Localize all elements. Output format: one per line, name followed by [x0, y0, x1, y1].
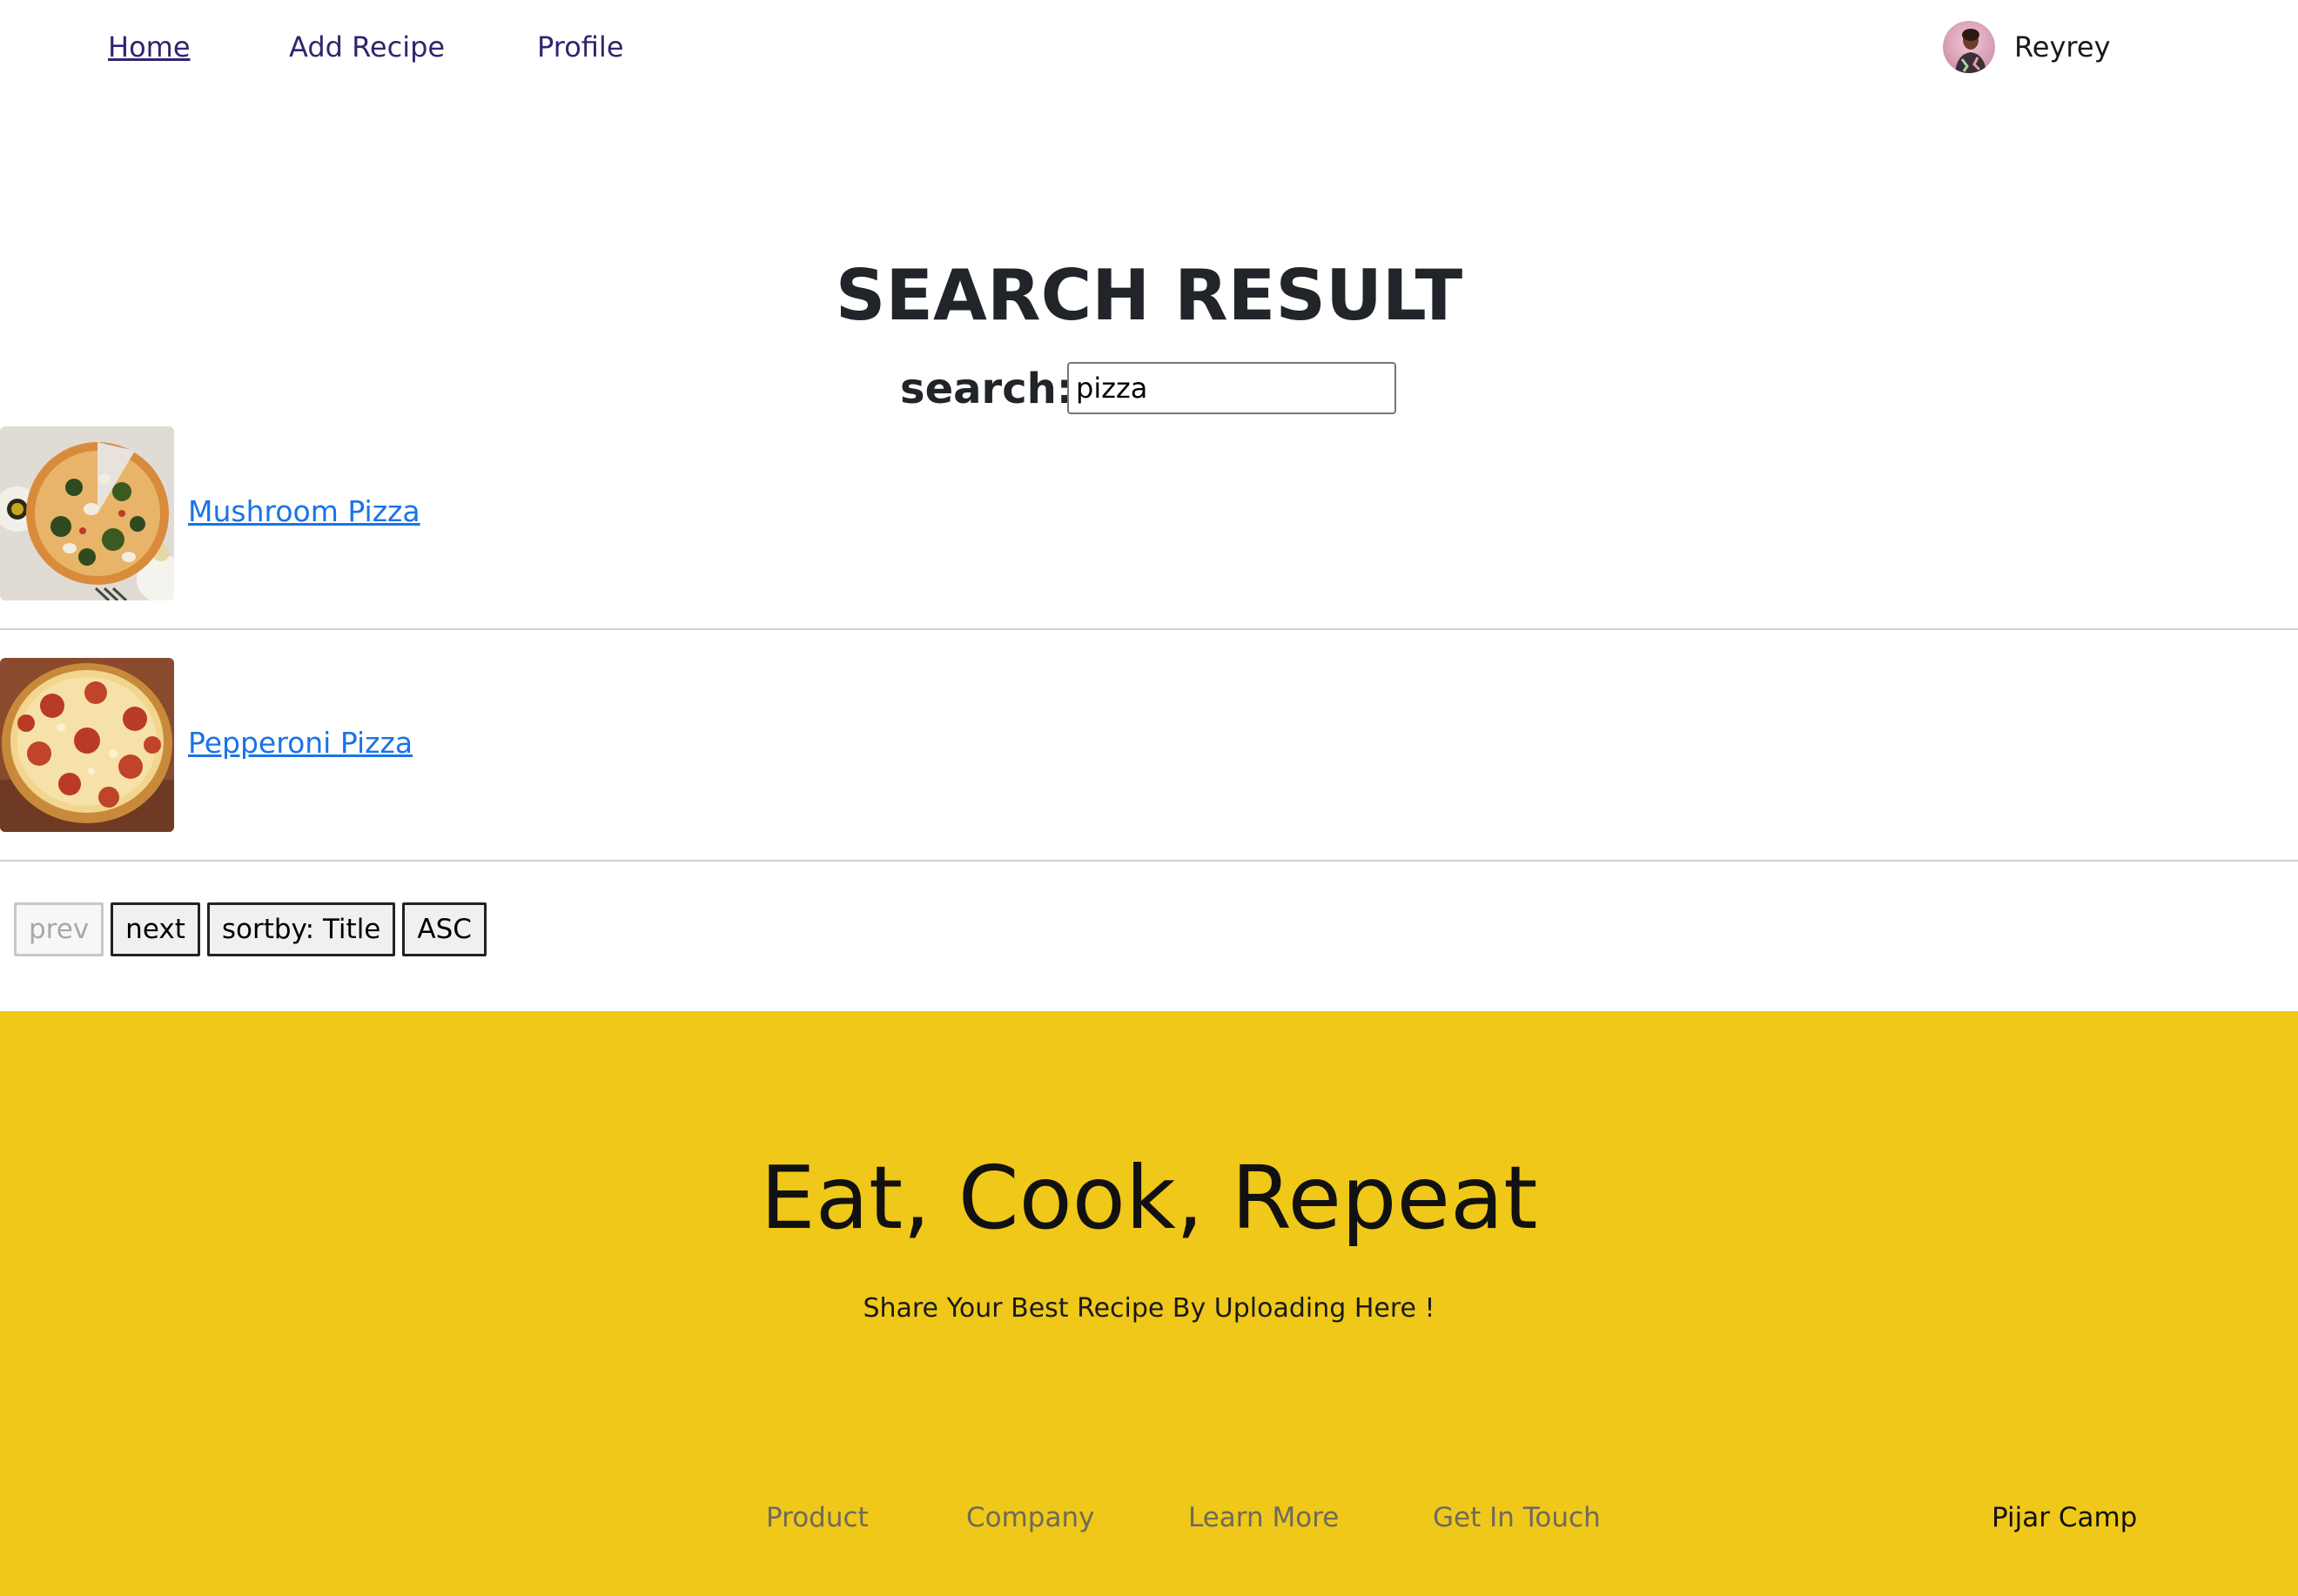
- nav-profile-link[interactable]: Profile: [537, 28, 624, 66]
- footer-brand: Pijar Camp: [1992, 1502, 2138, 1533]
- page-title: SEARCH RESULT: [835, 255, 1463, 336]
- search-input[interactable]: [1067, 362, 1396, 414]
- mushroom-pizza-photo: [0, 426, 174, 600]
- nav-home-link[interactable]: Home: [108, 28, 191, 66]
- sort-by-button[interactable]: sortby: Title: [206, 902, 396, 956]
- footer-title: Eat, Cook, Repeat: [760, 1147, 1538, 1249]
- user-avatar[interactable]: [1943, 21, 1995, 73]
- result-item: Mushroom Pizza: [0, 426, 2298, 600]
- pepperoni-pizza-photo: [0, 658, 174, 832]
- user-menu[interactable]: Reyrey: [1943, 21, 2111, 73]
- mushroom-pizza-image[interactable]: [0, 426, 174, 600]
- pagination-controls: prev next sortby: Title ASC: [14, 902, 487, 956]
- footer-link-learn-more[interactable]: Learn More: [1188, 1499, 1339, 1537]
- nav-add-recipe-link[interactable]: Add Recipe: [289, 28, 445, 66]
- result-divider: [0, 628, 2298, 630]
- footer-subtitle: Share Your Best Recipe By Uploading Here…: [863, 1293, 1435, 1324]
- top-navbar: Home Add Recipe Profile Reyrey: [0, 0, 2298, 96]
- avatar-icon: [1943, 21, 1995, 73]
- result-divider: [0, 860, 2298, 862]
- sort-order-button[interactable]: ASC: [402, 902, 487, 956]
- result-title-link[interactable]: Pepperoni Pizza: [188, 724, 413, 762]
- search-label: search:: [900, 365, 1074, 413]
- prev-button[interactable]: prev: [14, 902, 104, 956]
- footer: Eat, Cook, Repeat Share Your Best Recipe…: [0, 1011, 2298, 1596]
- pepperoni-pizza-image[interactable]: [0, 658, 174, 832]
- next-button[interactable]: next: [111, 902, 200, 956]
- user-name[interactable]: Reyrey: [2014, 30, 2111, 64]
- footer-link-company[interactable]: Company: [966, 1499, 1094, 1537]
- footer-link-product[interactable]: Product: [766, 1499, 869, 1537]
- footer-link-get-in-touch[interactable]: Get In Touch: [1433, 1499, 1601, 1537]
- result-title-link[interactable]: Mushroom Pizza: [188, 493, 420, 531]
- result-item: Pepperoni Pizza: [0, 658, 2298, 832]
